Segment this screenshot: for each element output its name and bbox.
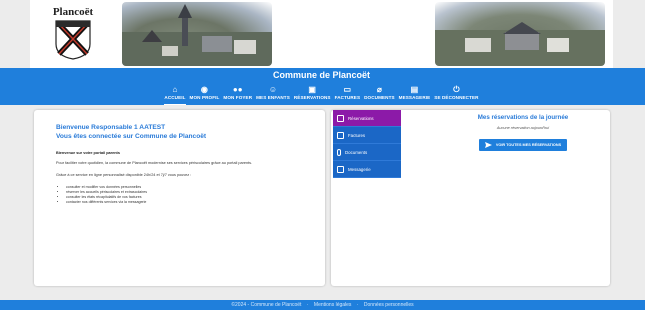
welcome-card: Bienvenue Responsable 1 AATEST Vous êtes…: [34, 110, 325, 286]
attachment-icon: [337, 148, 341, 156]
coat-of-arms-icon: [55, 20, 91, 60]
nav-factures[interactable]: ▭ FACTURES: [335, 83, 361, 105]
nav-label: MES ENFANTS: [256, 95, 290, 100]
nav-label: MON FOYER: [223, 95, 253, 100]
nav-label: RÉSERVATIONS: [293, 95, 331, 100]
footer-copyright: ©2024 - Commune de Plancoët: [231, 302, 302, 308]
no-reservation-text: Aucune réservation aujourd'hui: [496, 126, 550, 130]
side-menu-reservations[interactable]: Réservations: [333, 110, 401, 127]
side-menu-label: Factures: [348, 132, 366, 138]
side-menu-documents[interactable]: Documents: [333, 144, 401, 161]
button-label: VOIR TOUTES MES RÉSERVATIONS: [495, 143, 562, 147]
features-list: consulter et modifier vos données person…: [56, 185, 303, 205]
send-icon: [484, 142, 492, 148]
calendar-icon: ▣: [308, 85, 317, 94]
family-icon: ●●: [232, 85, 243, 94]
nav-label: DOCUMENTS: [364, 95, 395, 100]
commune-title: Commune de Plancoët: [30, 68, 613, 83]
power-icon: ⏻: [453, 85, 460, 94]
side-menu: Réservations Factures Documents Messager…: [333, 110, 401, 178]
nav-se-deconnecter[interactable]: ⏻ SE DÉCONNECTER: [434, 83, 478, 105]
nav-documents[interactable]: ⌀ DOCUMENTS: [364, 83, 395, 105]
footer: ©2024 - Commune de Plancoët · Mentions l…: [0, 300, 645, 310]
commune-logo: Plancoët: [44, 6, 102, 64]
welcome-subtitle: Vous êtes connectée sur Commune de Planc…: [56, 133, 207, 140]
message-icon: [337, 165, 344, 173]
nav-label: ACCUEIL: [164, 95, 186, 100]
nav-label: MON PROFIL: [189, 95, 220, 100]
nav-mon-profil[interactable]: ◉ MON PROFIL: [190, 83, 220, 105]
portal-heading: Bienvenue sur votre portail parents: [56, 151, 120, 155]
list-item: contacter nos différents services via la…: [66, 200, 303, 205]
attachment-icon: ⌀: [376, 85, 382, 94]
side-menu-label: Réservations: [348, 115, 374, 121]
nav-bg-left: [0, 68, 30, 105]
town-photo-right: [435, 2, 605, 66]
footer-legal-link[interactable]: Mentions légales: [314, 302, 352, 308]
child-icon: ☺: [268, 85, 278, 94]
nav-accueil[interactable]: ⌂ ACCUEIL: [164, 83, 186, 105]
nav-label: MESSAGERIE: [398, 95, 431, 100]
home-icon: ⌂: [172, 85, 178, 94]
nav-label: FACTURES: [334, 95, 361, 100]
footer-privacy-link[interactable]: Données personnelles: [364, 302, 414, 308]
account-icon: ◉: [200, 85, 209, 94]
message-icon: ▤: [410, 85, 419, 94]
nav-mes-enfants[interactable]: ☺ MES ENFANTS: [256, 83, 290, 105]
service-paragraph: Grâce à ce service en ligne personnalisé…: [56, 173, 192, 177]
footer-separator: ·: [356, 302, 359, 308]
main-nav: ⌂ ACCUEIL ◉ MON PROFIL ●● MON FOYER ☺ ME…: [30, 83, 613, 105]
side-menu-messagerie[interactable]: Messagerie: [333, 161, 401, 178]
logo-name: Plancoët: [52, 6, 94, 18]
nav-messagerie[interactable]: ▤ MESSAGERIE: [399, 83, 431, 105]
nav-label: SE DÉCONNECTER: [434, 95, 479, 100]
calendar-icon: [337, 114, 344, 122]
reservations-title: Mes réservations de la journée: [477, 114, 569, 121]
invoice-icon: ▭: [343, 85, 352, 94]
town-photo-left: [122, 2, 272, 66]
header-banner: Plancoët: [30, 0, 613, 68]
today-reservations: Mes réservations de la journée Aucune ré…: [439, 114, 607, 153]
nav-mon-foyer[interactable]: ●● MON FOYER: [223, 83, 252, 105]
footer-separator: ·: [306, 302, 309, 308]
side-menu-factures[interactable]: Factures: [333, 127, 401, 144]
side-menu-label: Messagerie: [348, 166, 371, 172]
nav-reservations[interactable]: ▣ RÉSERVATIONS: [294, 83, 331, 105]
intro-paragraph: Pour faciliter votre quotidien, la commu…: [56, 161, 253, 165]
reservations-card: Réservations Factures Documents Messager…: [331, 110, 610, 286]
welcome-title: Bienvenue Responsable 1 AATEST: [56, 124, 166, 131]
view-all-reservations-button[interactable]: VOIR TOUTES MES RÉSERVATIONS: [478, 139, 568, 151]
side-menu-label: Documents: [345, 149, 368, 155]
nav-bg-right: [613, 68, 645, 105]
invoice-icon: [337, 131, 344, 139]
